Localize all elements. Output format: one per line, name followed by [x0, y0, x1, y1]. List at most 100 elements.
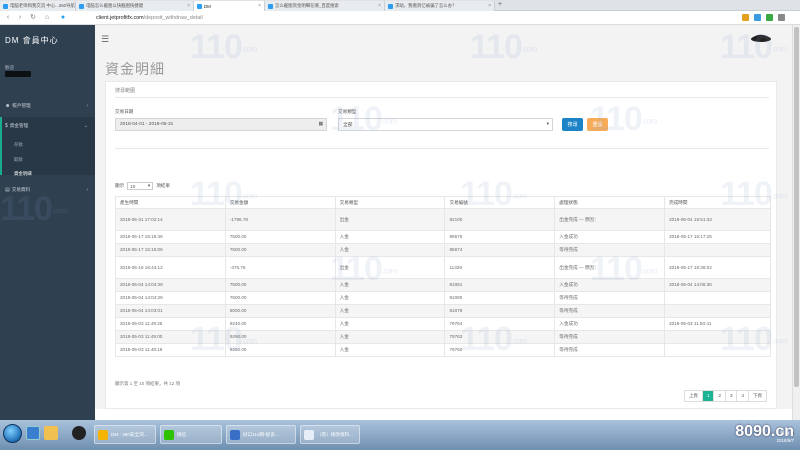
browser-tab[interactable]: 怎么截图资金明细在哪_百度搜索 ×	[265, 1, 385, 11]
search-button[interactable]: 搜尋	[562, 118, 583, 131]
reset-button[interactable]: 重設	[587, 118, 608, 131]
scrollbar-thumb[interactable]	[794, 27, 799, 387]
shield-icon: ●	[60, 14, 66, 21]
pagination-item[interactable]: 1	[702, 391, 715, 401]
username-redacted	[5, 71, 31, 77]
back-icon[interactable]: ‹	[3, 13, 13, 23]
tab-close-icon[interactable]: ×	[258, 3, 261, 9]
browser-tab[interactable]: DM ×	[194, 1, 265, 11]
taskbar-task[interactable]: （有）修改资料...	[300, 425, 360, 444]
sidebar-item-funds[interactable]: $ 資金管理 ⌄	[0, 119, 95, 133]
table-header-cell[interactable]: 交易類型	[334, 196, 446, 209]
table-cell: 8000.00	[224, 304, 336, 318]
table-cell: 2018-05-17 16:36:02	[664, 256, 771, 279]
divider	[115, 97, 769, 98]
page-length-select[interactable]: 10 ▾	[127, 182, 154, 190]
table-header-cell[interactable]: 完成時間	[664, 196, 771, 209]
tab-title: 怎么截图资金明细在哪_百度搜索	[275, 3, 339, 8]
table-cell: 等待完成	[554, 291, 666, 305]
date-range-input[interactable]: 2018-04-01 - 2018-05-31 ▦	[115, 118, 327, 131]
table-row: 2018-05-16 16:44:12 -476.76 出金 11329 出金完成 — …	[115, 256, 771, 279]
browser-tab[interactable]: 求助，我看到亿被骗了怎么办？ ×	[385, 1, 495, 11]
pagination-item[interactable]: 下頁	[749, 391, 766, 401]
extension-icon[interactable]	[754, 14, 761, 21]
sidebar-subitem-withdraw[interactable]: 取款	[14, 157, 23, 163]
tab-close-icon[interactable]: ×	[378, 3, 381, 9]
extension-icon[interactable]	[742, 14, 749, 21]
table-cell: 入金成功	[554, 317, 666, 331]
table-cell: 等待完成	[554, 343, 666, 357]
table-cell: 2018-05-04 14:04:39	[115, 278, 226, 292]
table-cell: 出金完成 — 原因：	[554, 208, 666, 231]
table-row: 2018-05-31 17:02:14 -1796.78 出金 82100 出金完成 —…	[115, 208, 771, 231]
tab-close-icon[interactable]: ×	[488, 3, 491, 9]
table-cell: 入金	[334, 317, 446, 331]
type-select[interactable]: 全部 ▾	[338, 118, 553, 131]
table-row: 2018-05-03 11:49:00 9290.00 入金 79763 等待完成	[115, 330, 771, 344]
ie-icon[interactable]	[26, 426, 40, 440]
table-header-cell[interactable]: 處理狀態	[554, 196, 666, 209]
table-cell: 7500.00	[224, 243, 336, 257]
tab-title: 电脑老师和我交流 中心...360导航	[10, 3, 75, 8]
table-header-cell[interactable]: 交易金額	[224, 196, 336, 209]
dollar-icon: $	[5, 123, 8, 129]
table-cell: 81080	[444, 291, 556, 305]
pagination-item[interactable]: 3	[725, 391, 738, 401]
type-select-value: 全部	[343, 123, 353, 128]
reload-icon[interactable]: ↻	[28, 13, 38, 23]
chevron-right-icon: ›	[86, 187, 88, 193]
hamburger-icon[interactable]: ☰	[101, 34, 109, 45]
page-length-value: 10	[130, 183, 136, 189]
sidebar: DM 會員中心 歡迎 ☻ 帳戶管理 › $ 資金管理 ⌄ 存款 取款 資金明細 …	[0, 25, 95, 420]
url-path: /deposit_withdraw_detail	[143, 15, 203, 21]
pagination-item[interactable]: 上頁	[684, 391, 703, 401]
tab-close-icon[interactable]: ×	[187, 3, 190, 9]
table-cell: 等待完成	[554, 243, 666, 257]
address-bar-row: ‹ › ↻ ⌂ ● client.jetprofitfx.com/deposit…	[0, 11, 800, 25]
url-field[interactable]: client.jetprofitfx.com/deposit_withdraw_…	[96, 13, 706, 23]
browser-tab[interactable]: 电脑老师和我交流 中心...360导航×	[0, 1, 76, 11]
forward-icon[interactable]: ›	[15, 13, 25, 23]
sidebar-item-label: 帳戶管理	[12, 103, 31, 108]
table-cell: 2018-05-03 11:48:16	[115, 343, 226, 357]
tab-favicon-icon	[79, 3, 84, 9]
start-button[interactable]	[3, 424, 22, 443]
table-cell: 79764	[444, 317, 556, 331]
corner-watermark: 8090.cn	[735, 423, 794, 440]
table-cell: -476.76	[224, 256, 336, 279]
sidebar-item-account[interactable]: ☻ 帳戶管理 ›	[0, 99, 95, 113]
sidebar-item-trading[interactable]: ▤ 交易資料 ›	[0, 183, 95, 197]
table-row: 2018-05-04 14:03:01 8000.00 入金 81079 等待完成	[115, 304, 771, 318]
scrollbar[interactable]	[792, 25, 800, 420]
sidebar-subitem-deposit[interactable]: 存款	[14, 142, 23, 148]
table-cell: 入金	[334, 278, 446, 292]
table-cell: 9290.00	[224, 330, 336, 344]
page-footer	[95, 409, 792, 420]
sidebar-subitem-fund-details[interactable]: 資金明細	[14, 171, 32, 177]
taskbar-task[interactable]: 微信	[160, 425, 222, 444]
table-header-cell[interactable]: 產生時間	[115, 196, 226, 209]
menu-icon[interactable]	[778, 14, 785, 21]
folder-icon[interactable]	[44, 426, 58, 440]
table-cell	[664, 243, 771, 257]
taskbar-task[interactable]: 好口110网-投诉...	[226, 425, 296, 444]
pagination-item[interactable]: 4	[737, 391, 749, 401]
table-header-cell[interactable]: 交易編號	[444, 196, 556, 209]
pagination-item[interactable]: 2	[714, 391, 726, 401]
table-cell: 入金	[334, 243, 446, 257]
calendar-icon[interactable]: ▦	[318, 122, 323, 127]
tab-favicon-icon	[268, 3, 273, 9]
table-cell: 7500.00	[224, 230, 336, 244]
dm-logo-icon	[751, 34, 771, 42]
windows-taskbar: DM - 360安全浏... 微信 好口110网-投诉... （有）修改资料... ^…	[0, 420, 800, 450]
app-icon	[304, 429, 314, 440]
taskbar-task[interactable]: DM - 360安全浏...	[94, 425, 156, 444]
browser-tab[interactable]: 电脑怎么截图以快截图快捷键 ×	[76, 1, 194, 11]
table-cell: 出金完成 — 原因：	[554, 256, 666, 279]
new-tab-icon[interactable]: +	[498, 1, 502, 8]
table-cell	[664, 291, 771, 305]
panda-icon[interactable]	[72, 426, 86, 440]
table-cell: 入金	[334, 330, 446, 344]
extension-icon[interactable]	[766, 14, 773, 21]
home-icon[interactable]: ⌂	[42, 13, 52, 23]
